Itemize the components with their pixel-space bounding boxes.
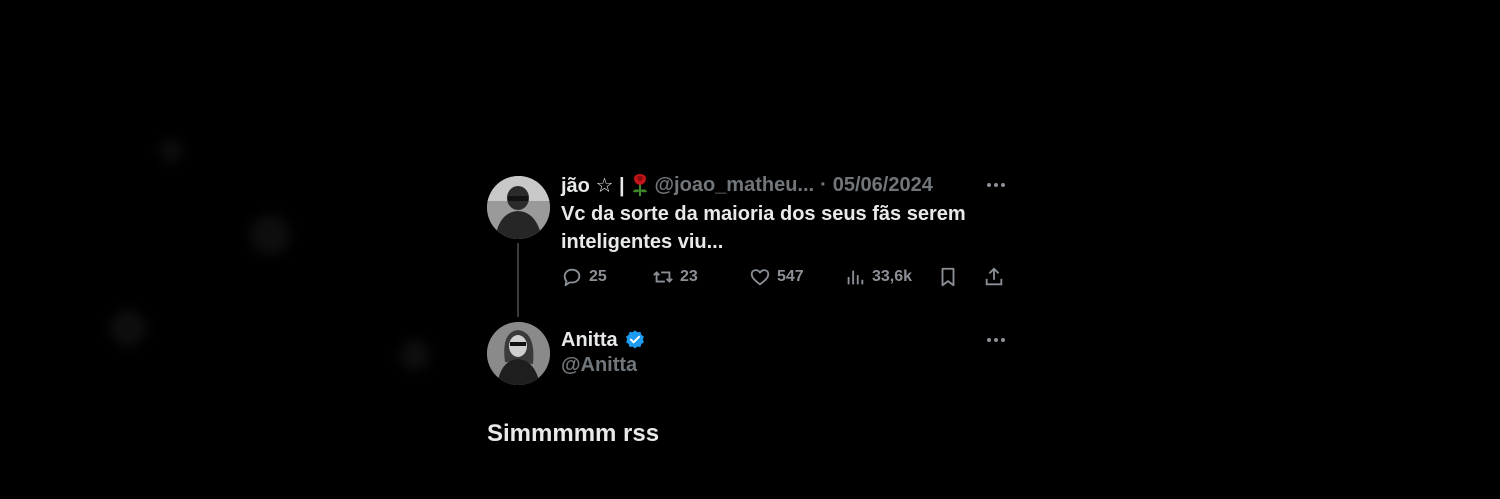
share-icon: [985, 267, 1003, 286]
views-chart-icon: [847, 270, 864, 285]
verified-badge-icon: [625, 330, 644, 349]
background-bokeh: [160, 140, 182, 162]
avatar-photo: [487, 322, 550, 385]
share-button[interactable]: [983, 264, 1005, 290]
reply-header: Anitta: [561, 326, 646, 354]
reply-author-handle[interactable]: @Anitta: [561, 354, 637, 377]
background-bokeh: [400, 340, 430, 370]
thread-connector: [517, 243, 519, 317]
reply-author-name[interactable]: Anitta: [561, 329, 618, 352]
views-button[interactable]: 33,6k: [844, 264, 912, 290]
author-handle[interactable]: @joao_matheu...: [655, 174, 815, 197]
heart-icon: [750, 269, 770, 286]
retweet-icon: [653, 271, 673, 283]
header-separator: ·: [820, 173, 827, 196]
bookmark-button[interactable]: [937, 264, 959, 290]
reply-button[interactable]: 25: [561, 264, 607, 290]
bookmark-icon: [941, 267, 955, 287]
avatar-anitta[interactable]: [487, 322, 550, 385]
reply-count: 25: [589, 268, 607, 285]
reply-icon: [563, 268, 581, 287]
reply-more-options-icon[interactable]: [985, 329, 1007, 351]
tweet-text: Vc da sorte da maioria dos seus fãs sere…: [561, 203, 966, 253]
reply-text: Simmmmm rss: [487, 420, 660, 447]
tweet-header: jão ☆ | @joao_matheu... · 05/06/2024: [561, 172, 933, 198]
background-bokeh: [110, 310, 146, 346]
avatar-joao[interactable]: [487, 176, 550, 239]
avatar-photo: [487, 176, 550, 239]
retweet-button[interactable]: 23: [652, 264, 698, 290]
like-button[interactable]: 547: [749, 264, 804, 290]
rose-emoji-icon: [631, 173, 649, 197]
views-count: 33,6k: [872, 268, 913, 285]
tweet-date[interactable]: 05/06/2024: [833, 174, 933, 197]
background-bokeh: [250, 215, 290, 255]
tweet-actions: 25 23 547 33,6k: [561, 264, 1011, 290]
author-name[interactable]: jão ☆ |: [561, 173, 625, 198]
retweet-count: 23: [680, 268, 698, 285]
like-count: 547: [777, 268, 804, 285]
more-options-icon[interactable]: [985, 174, 1007, 196]
